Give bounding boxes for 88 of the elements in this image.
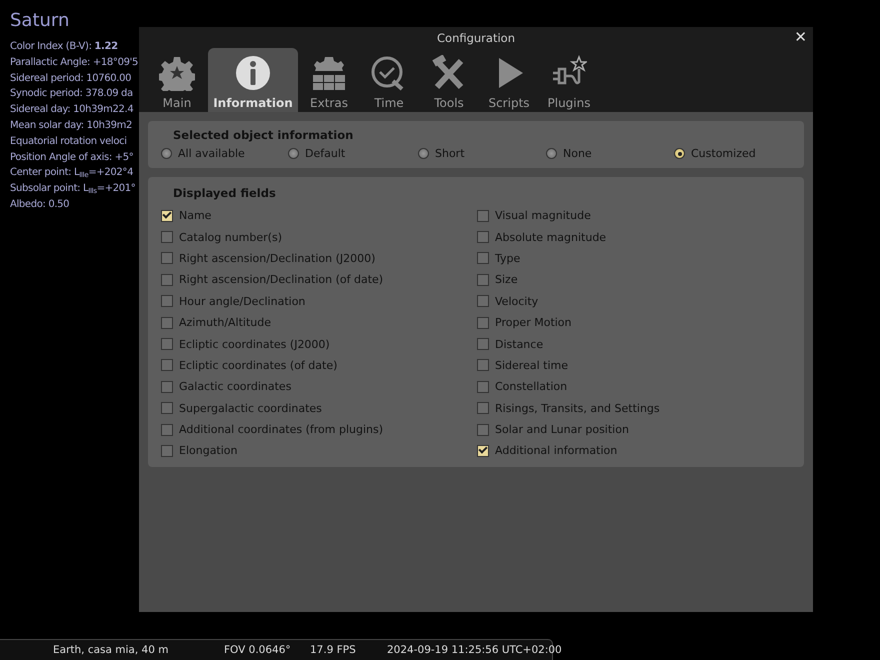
checkbox-label[interactable]: Galactic coordinates — [179, 380, 292, 394]
checkbox-label[interactable]: Supergalactic coordinates — [179, 402, 322, 415]
info-line: Sidereal period: 10760.00 — [10, 72, 132, 86]
gear-blocks-icon — [311, 55, 347, 91]
checkbox[interactable] — [161, 380, 173, 393]
info-line: Subsolar point: L$_{IIIs}$=+201° — [10, 182, 136, 197]
tab[interactable]: Tools — [420, 52, 478, 112]
close-button[interactable]: ✕ — [792, 28, 809, 46]
checkbox[interactable] — [477, 274, 489, 286]
checkbox-label[interactable]: Name — [179, 209, 212, 222]
checkbox-label[interactable]: Right ascension/Declination (of date) — [179, 273, 384, 286]
fps-text: 17.9 FPS — [310, 644, 356, 656]
checkbox[interactable] — [477, 359, 489, 372]
info-line: Color Index (B-V): 1.22 — [10, 40, 119, 54]
datetime-text: 2024-09-19 11:25:56 UTC+02:00 — [387, 644, 562, 656]
info-line: Mean solar day: 10h39m2 — [10, 118, 134, 133]
checkbox-label[interactable]: Solar and Lunar position — [495, 423, 629, 436]
checkbox[interactable] — [161, 210, 173, 222]
checkbox-label[interactable]: Hour angle/Declination — [179, 294, 306, 308]
checkbox[interactable] — [477, 444, 489, 457]
radio-label[interactable]: All available — [178, 147, 245, 160]
checkbox-label[interactable]: Distance — [495, 338, 544, 351]
checkbox-label[interactable]: Velocity — [495, 294, 538, 308]
checkbox-label[interactable]: Proper Motion — [495, 316, 572, 330]
checkbox[interactable] — [477, 380, 489, 393]
info-line: Center point: L$_{IIIe}$=+202°4 — [10, 166, 134, 182]
info-line: Albedo: 0.50 — [10, 198, 70, 212]
checkbox[interactable] — [161, 274, 173, 286]
radio-button[interactable] — [418, 148, 429, 159]
info-line: Synodic period: 378.09 da — [10, 87, 134, 102]
gear-icon — [159, 55, 195, 91]
group-title: Selected object information — [173, 128, 354, 142]
tab[interactable]: Plugins — [540, 52, 598, 112]
checkbox[interactable] — [161, 338, 173, 350]
dialog-title: Configuration — [437, 30, 515, 44]
radio-label[interactable]: Customized — [691, 147, 756, 160]
checkbox-label[interactable]: Size — [495, 273, 518, 286]
info-line: Sidereal day: 10h39m22.4 — [10, 103, 134, 118]
checkbox-label[interactable]: Elongation — [179, 444, 238, 458]
tab[interactable]: Time — [360, 52, 418, 112]
object-title: Saturn — [10, 10, 70, 31]
checkbox-label[interactable]: Additional coordinates (from plugins) — [179, 423, 384, 436]
radio-button[interactable] — [546, 148, 557, 159]
location-text: Earth, casa mia, 40 m — [53, 644, 168, 656]
checkbox[interactable] — [477, 402, 489, 414]
checkbox-label[interactable]: Catalog number(s) — [179, 230, 282, 244]
radio-button[interactable] — [161, 148, 172, 159]
checkbox[interactable] — [161, 252, 173, 264]
checkbox-label[interactable]: Risings, Transits, and Settings — [495, 402, 660, 415]
tab[interactable]: Main — [148, 52, 206, 112]
info-icon — [235, 55, 271, 91]
checkbox[interactable] — [161, 231, 173, 244]
checkbox[interactable] — [161, 402, 173, 414]
radio-label[interactable]: Short — [435, 147, 465, 160]
radio-label[interactable]: Default — [305, 147, 346, 160]
checkbox[interactable] — [477, 210, 489, 222]
checkbox[interactable] — [477, 424, 489, 436]
fov-text: FOV 0.0646° — [224, 644, 291, 656]
checkbox[interactable] — [161, 424, 173, 436]
checkbox[interactable] — [161, 316, 173, 329]
checkbox-label[interactable]: Right ascension/Declination (J2000) — [179, 252, 376, 265]
tab[interactable]: Extras — [300, 52, 358, 112]
checkbox-label[interactable]: Ecliptic coordinates (of date) — [179, 358, 338, 372]
checkbox-label[interactable]: Absolute magnitude — [495, 230, 606, 244]
checkbox[interactable] — [477, 338, 489, 350]
checkbox[interactable] — [161, 295, 173, 308]
info-line: Parallactic Angle: +18°09'5 — [10, 56, 138, 70]
checkbox-label[interactable]: Azimuth/Altitude — [179, 316, 272, 330]
checkbox[interactable] — [477, 252, 489, 264]
checkbox-label[interactable]: Ecliptic coordinates (J2000) — [179, 338, 330, 351]
checkbox-label[interactable]: Sidereal time — [495, 358, 568, 372]
checkbox[interactable] — [477, 231, 489, 244]
checkbox-label[interactable]: Additional information — [495, 444, 618, 458]
checkbox-label[interactable]: Visual magnitude — [495, 209, 591, 222]
checkbox[interactable] — [477, 295, 489, 308]
checkbox[interactable] — [161, 444, 173, 457]
group-title: Displayed fields — [173, 186, 277, 200]
tab[interactable]: Scripts — [480, 52, 538, 112]
checkbox[interactable] — [161, 359, 173, 372]
checkbox-label[interactable]: Constellation — [495, 380, 568, 394]
tab[interactable]: Information — [208, 48, 298, 112]
info-line: Position Angle of axis: +5° — [10, 150, 134, 165]
radio-button[interactable] — [674, 148, 685, 159]
radio-label[interactable]: None — [563, 147, 592, 160]
checkbox[interactable] — [477, 316, 489, 329]
radio-button[interactable] — [288, 148, 299, 159]
info-line: Equatorial rotation veloci — [10, 134, 128, 149]
checkbox-label[interactable]: Type — [495, 252, 520, 265]
